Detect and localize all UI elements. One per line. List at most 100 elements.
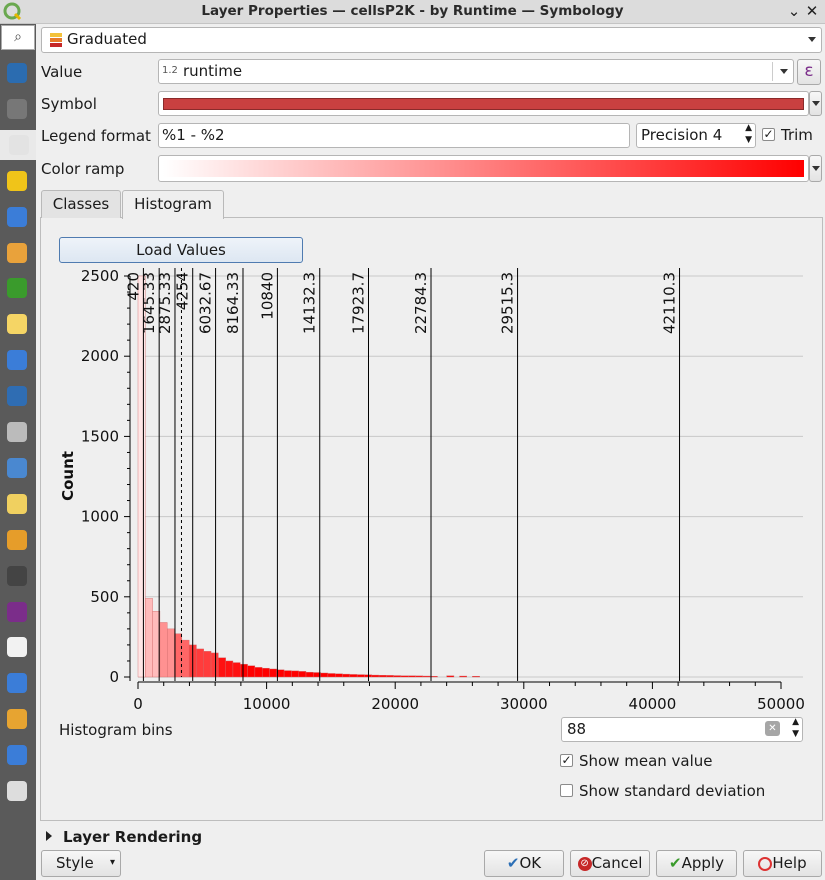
chevron-down-icon bbox=[808, 37, 816, 42]
histogram-bar bbox=[174, 633, 183, 678]
y-tick-label: 2500 bbox=[81, 267, 119, 285]
show-std-checkbox[interactable] bbox=[560, 784, 573, 797]
digitizing-icon[interactable] bbox=[3, 776, 33, 806]
ok-button[interactable]: ✔OK bbox=[484, 850, 564, 877]
symbol-menu-button[interactable] bbox=[809, 91, 822, 116]
symbol-button[interactable] bbox=[158, 91, 809, 116]
histogram-bar bbox=[232, 662, 241, 678]
sidebar: ⌕ bbox=[0, 24, 36, 880]
histogram-bar bbox=[137, 275, 146, 678]
show-mean-label: Show mean value bbox=[579, 752, 713, 770]
cancel-button[interactable]: ⊘ Cancel bbox=[570, 850, 650, 877]
search-icon[interactable]: ⌕ bbox=[1, 25, 35, 50]
class-break-label: 8164.33 bbox=[224, 272, 242, 334]
layer-rendering-header[interactable]: Layer Rendering bbox=[63, 828, 202, 846]
class-break-label: 29515.3 bbox=[499, 272, 517, 334]
chevron-down-icon: ▾ bbox=[109, 857, 115, 868]
graduated-icon bbox=[50, 33, 62, 47]
symbol-label: Symbol bbox=[41, 95, 97, 113]
color-ramp-menu-button[interactable] bbox=[809, 155, 822, 182]
collapse-window-icon[interactable]: ⌄ bbox=[785, 2, 803, 20]
histogram-bar bbox=[393, 675, 402, 678]
fields-icon[interactable] bbox=[3, 309, 33, 339]
3d-view-icon[interactable] bbox=[3, 238, 33, 268]
rendering-icon[interactable] bbox=[3, 525, 33, 555]
temporal-icon[interactable] bbox=[3, 561, 33, 591]
symbol-swatch bbox=[163, 98, 804, 110]
y-tick-label: 1000 bbox=[81, 508, 119, 526]
expression-button[interactable]: ε bbox=[797, 59, 821, 85]
attributes-form-icon[interactable] bbox=[3, 345, 33, 375]
joins-icon[interactable] bbox=[3, 381, 33, 411]
histogram-bar bbox=[261, 667, 270, 678]
show-mean-checkbox[interactable]: ✓ bbox=[560, 754, 573, 767]
legend-format-input[interactable]: %1 - %2 bbox=[158, 123, 630, 148]
histogram-bar bbox=[446, 675, 455, 678]
renderer-type-combo[interactable]: Graduated bbox=[41, 27, 822, 53]
help-button[interactable]: Help bbox=[743, 850, 822, 877]
histogram-bins-label: Histogram bins bbox=[59, 721, 173, 739]
variables-icon[interactable] bbox=[3, 597, 33, 627]
legend-icon[interactable] bbox=[3, 704, 33, 734]
expand-arrow-icon[interactable] bbox=[46, 831, 52, 841]
apply-label: Apply bbox=[681, 854, 724, 872]
color-ramp-button[interactable] bbox=[158, 155, 809, 182]
tab-classes[interactable]: Classes bbox=[41, 190, 121, 218]
x-tick-label: 20000 bbox=[371, 695, 419, 713]
histogram-bar bbox=[254, 667, 263, 678]
close-window-icon[interactable]: ✕ bbox=[803, 2, 821, 20]
symbology-icon[interactable] bbox=[0, 129, 36, 160]
load-values-button[interactable]: Load Values bbox=[59, 237, 303, 263]
histogram-bar bbox=[342, 673, 351, 678]
checkmark-icon: ✔ bbox=[506, 854, 520, 872]
spin-down-icon[interactable]: ▼ bbox=[745, 135, 752, 145]
histogram-bar bbox=[335, 673, 343, 678]
value-field-combo[interactable]: 1.2 runtime bbox=[158, 59, 794, 84]
value-label: Value bbox=[41, 63, 83, 81]
x-tick-label: 10000 bbox=[243, 695, 291, 713]
spin-up-icon[interactable]: ▲ bbox=[745, 123, 752, 133]
class-break-label: 14132.3 bbox=[301, 272, 319, 334]
display-icon[interactable] bbox=[3, 489, 33, 519]
clear-icon[interactable]: ✕ bbox=[765, 721, 780, 736]
value-field-text: runtime bbox=[183, 62, 243, 80]
legend-format-label: Legend format bbox=[41, 127, 151, 145]
class-break-label: 10840 bbox=[258, 272, 276, 320]
histogram-bar bbox=[291, 670, 299, 678]
labels-icon[interactable] bbox=[3, 166, 33, 196]
precision-spinbox[interactable]: Precision 4 ▲ ▼ bbox=[636, 123, 756, 148]
spin-down-icon[interactable]: ▼ bbox=[792, 729, 799, 739]
style-button[interactable]: Style ▾ bbox=[41, 850, 121, 877]
histogram-bar bbox=[327, 673, 336, 678]
numeric-type-icon: 1.2 bbox=[162, 65, 178, 76]
auxiliary-storage-icon[interactable] bbox=[3, 417, 33, 447]
class-break-label: 17923.7 bbox=[349, 272, 367, 334]
histogram-bar bbox=[298, 671, 307, 678]
apply-button[interactable]: ✔Apply bbox=[656, 850, 737, 877]
histogram-bins-spinbox[interactable]: 88 ✕ ▲ ▼ bbox=[561, 717, 803, 742]
qgis-server-icon[interactable] bbox=[3, 740, 33, 770]
actions-icon[interactable] bbox=[3, 453, 33, 483]
class-break-label: 22784.3 bbox=[412, 272, 430, 334]
tab-histogram[interactable]: Histogram bbox=[122, 190, 224, 219]
info-icon[interactable] bbox=[3, 58, 33, 88]
spin-up-icon[interactable]: ▲ bbox=[792, 717, 799, 727]
histogram-bar bbox=[320, 672, 329, 678]
y-tick-label: 0 bbox=[109, 668, 119, 686]
apply-check-icon: ✔ bbox=[669, 854, 682, 872]
histogram-bar bbox=[145, 598, 153, 678]
trim-checkbox[interactable]: ✓ bbox=[762, 128, 775, 141]
trim-label: Trim bbox=[781, 126, 813, 144]
histogram-bar bbox=[305, 671, 314, 678]
metadata-icon[interactable] bbox=[3, 632, 33, 662]
mask-icon[interactable] bbox=[3, 202, 33, 232]
diagrams-icon[interactable] bbox=[3, 273, 33, 303]
class-break-label: 2875.33 bbox=[156, 272, 174, 334]
source-icon[interactable] bbox=[3, 94, 33, 124]
x-tick-label: 30000 bbox=[500, 695, 548, 713]
dependencies-icon[interactable] bbox=[3, 668, 33, 698]
show-std-label: Show standard deviation bbox=[579, 782, 766, 800]
histogram-bar bbox=[378, 675, 387, 678]
histogram-bar bbox=[210, 652, 219, 678]
histogram-bar bbox=[167, 628, 175, 678]
